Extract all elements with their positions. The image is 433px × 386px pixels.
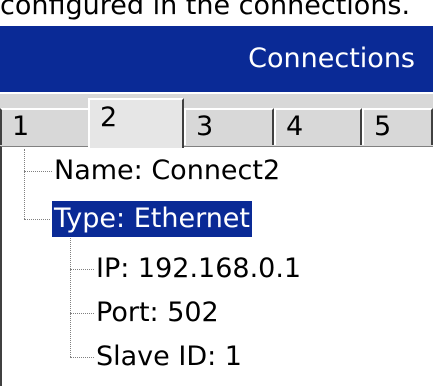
tree-item-name[interactable]: Name: Connect2 bbox=[54, 153, 280, 189]
tree-connector bbox=[24, 149, 25, 171]
tree-item-type[interactable]: Type: Ethernet bbox=[50, 200, 254, 238]
tree-connector bbox=[24, 171, 52, 172]
tree-connector bbox=[70, 237, 71, 357]
tree-connector bbox=[70, 357, 94, 358]
tree-connector bbox=[70, 313, 94, 314]
tab-5[interactable]: 5 bbox=[362, 108, 433, 145]
tab-bar: 1 2 3 4 5 bbox=[0, 92, 433, 148]
tree-connector bbox=[24, 171, 25, 219]
tab-2[interactable]: 2 bbox=[88, 98, 184, 148]
connections-window: Connections 1 2 3 4 5 Name: Connect2 Typ… bbox=[0, 26, 433, 386]
title-bar: Connections bbox=[0, 26, 433, 92]
tab-4[interactable]: 4 bbox=[274, 108, 362, 145]
tab-3[interactable]: 3 bbox=[184, 108, 274, 145]
tree-item-port[interactable]: Port: 502 bbox=[96, 295, 219, 331]
cropped-caption-text: configured in the connections. bbox=[0, 0, 411, 21]
tab-1[interactable]: 1 bbox=[0, 108, 90, 145]
tree-connector bbox=[70, 269, 94, 270]
connection-tree: Name: Connect2 Type: Ethernet IP: 192.16… bbox=[0, 146, 433, 386]
tree-connector bbox=[24, 219, 52, 220]
window-title: Connections bbox=[248, 43, 415, 74]
tree-item-ip[interactable]: IP: 192.168.0.1 bbox=[96, 251, 301, 287]
tree-item-slave-id[interactable]: Slave ID: 1 bbox=[96, 339, 242, 375]
